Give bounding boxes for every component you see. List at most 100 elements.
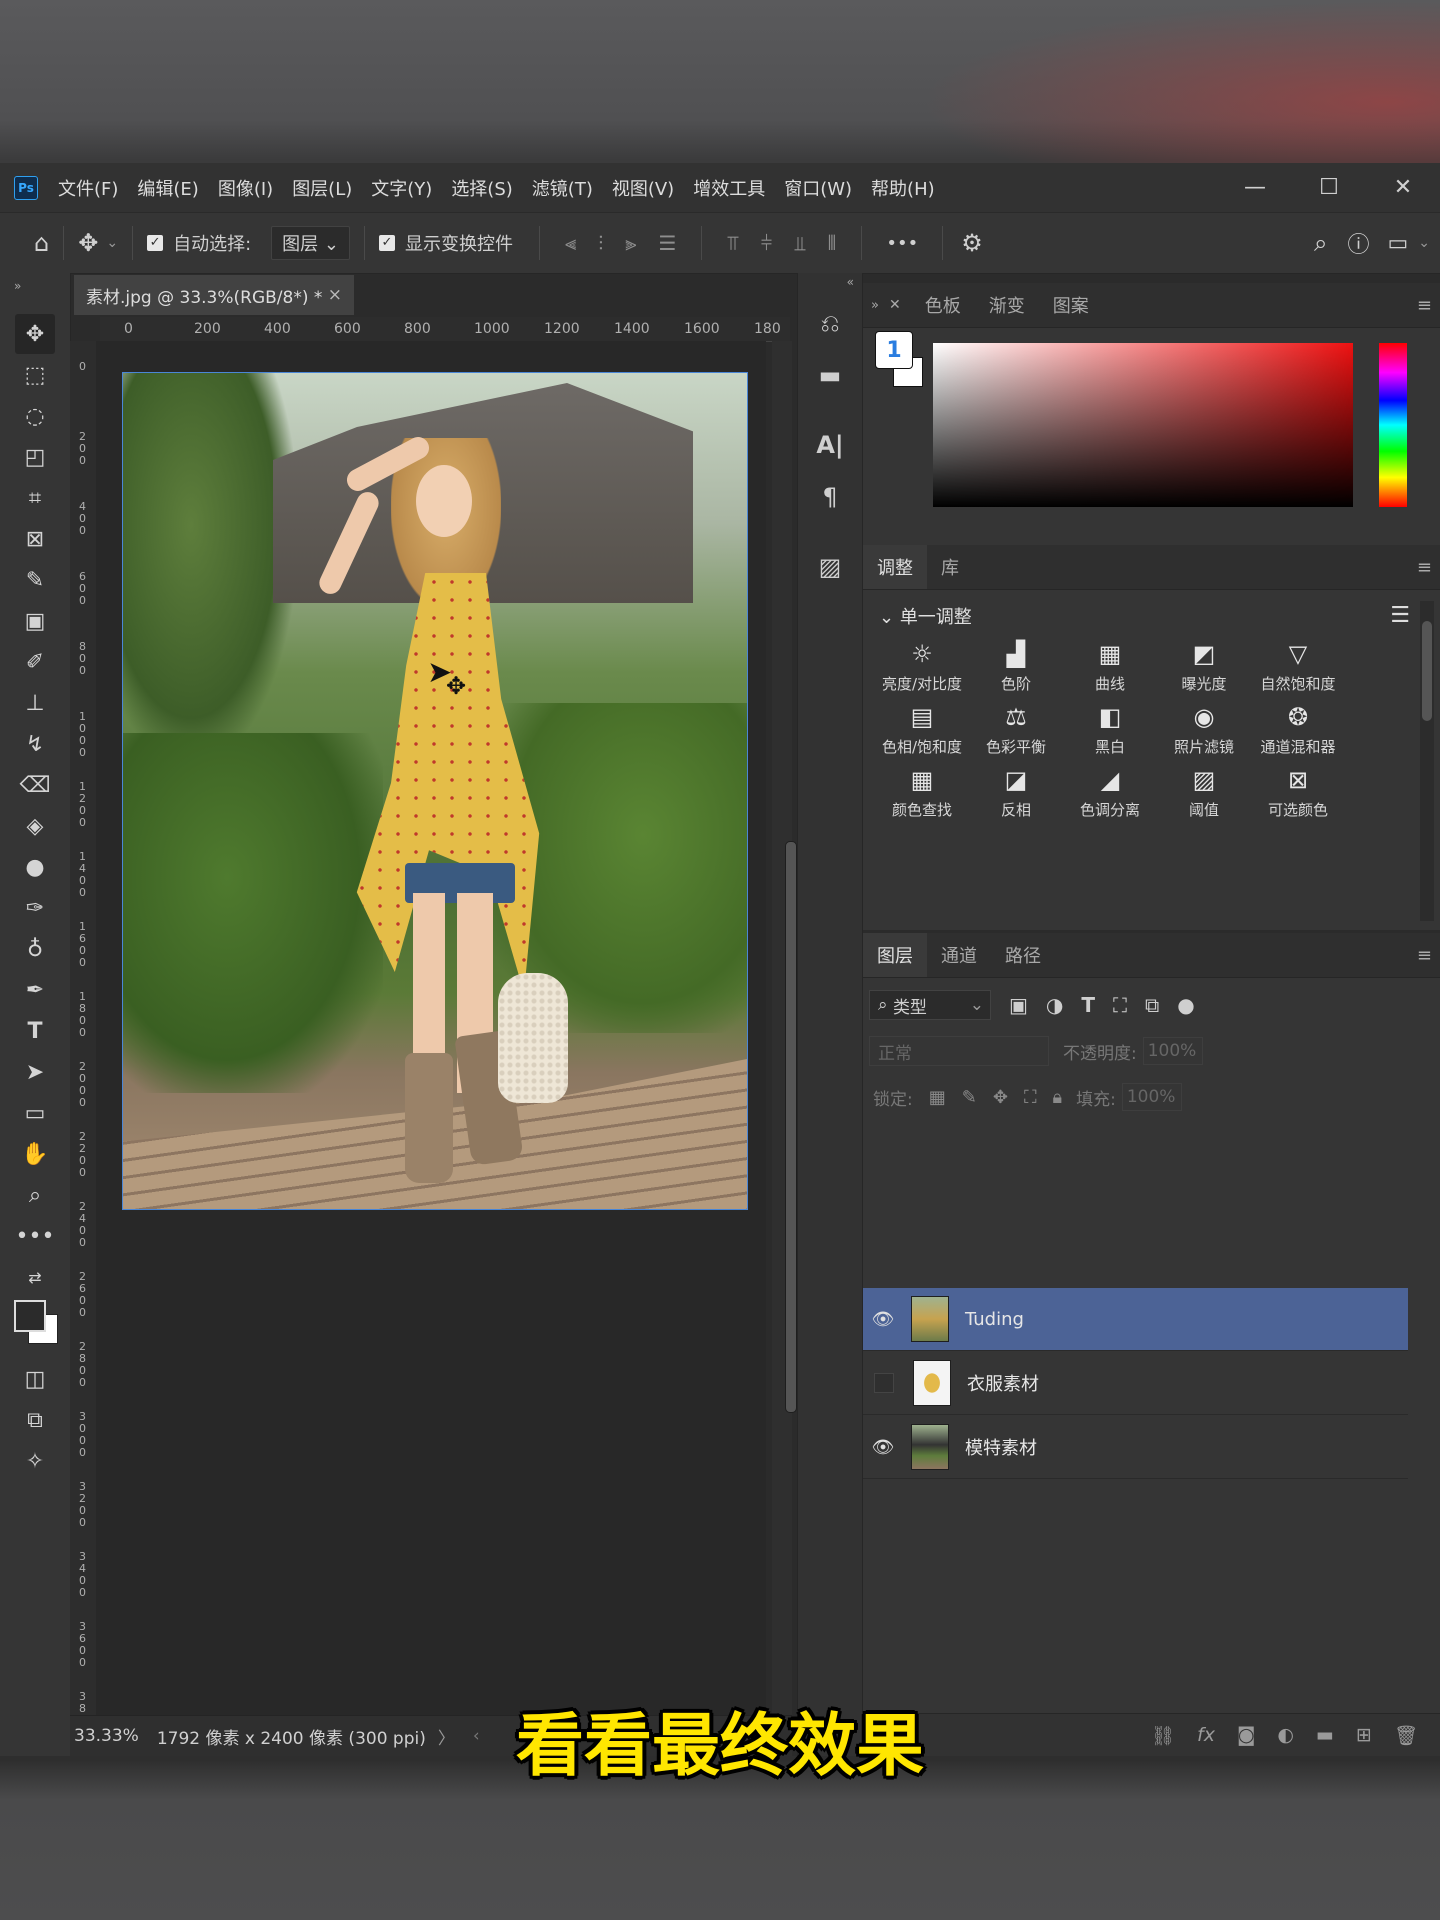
align-top-icon[interactable]: ⫪ [727, 231, 738, 255]
character-icon[interactable]: A| [810, 425, 850, 465]
align-left-icon[interactable]: ⫷ [565, 231, 576, 255]
expand-icon[interactable]: « [798, 273, 862, 291]
distribute-vertical-icon[interactable]: ⦀ [828, 231, 837, 255]
menu-filter[interactable]: 滤镜(T) [532, 175, 593, 201]
workspace-icon[interactable]: ▭ [1387, 231, 1408, 256]
menu-plugins[interactable]: 增效工具 [693, 175, 765, 201]
filter-toggle-icon[interactable]: ● [1177, 993, 1194, 1017]
layer-name[interactable]: Tuding [965, 1309, 1024, 1330]
kind-filter-dropdown[interactable]: ⌕ 类型 ⌄ [869, 990, 991, 1020]
lock-all-icon[interactable]: 🔒︎ [1053, 1087, 1063, 1108]
type-tool[interactable]: T [15, 1011, 55, 1051]
adjustment-photo-filter[interactable]: ◉ 照片滤镜 [1157, 705, 1251, 757]
healing-tool[interactable]: ▣ [15, 601, 55, 641]
adjustment-vibrance[interactable]: ▽ 自然饱和度 [1251, 642, 1345, 694]
stamp-tool[interactable]: ⊥ [15, 683, 55, 723]
layer-row[interactable]: 衣服素材 [863, 1352, 1408, 1415]
generative-icon[interactable]: ✧ [15, 1441, 55, 1481]
align-right-icon[interactable]: ⫸ [625, 231, 636, 255]
object-select-tool[interactable]: ◰ [15, 437, 55, 477]
document-tab[interactable]: 素材.jpg @ 33.3%(RGB/8*) * × [74, 275, 354, 315]
menu-image[interactable]: 图像(I) [218, 175, 273, 201]
eye-icon[interactable]: 👁︎ [863, 1309, 903, 1330]
list-view-icon[interactable]: ☰ [1390, 603, 1410, 628]
auto-select-checkbox[interactable]: ✓ [147, 235, 164, 251]
minimize-button[interactable]: — [1218, 163, 1292, 212]
adjustment-color-lookup[interactable]: ▦ 颜色查找 [875, 768, 969, 820]
menu-edit[interactable]: 编辑(E) [137, 175, 198, 201]
adjustment-filter-icon[interactable]: ◑ [1046, 993, 1063, 1017]
maximize-button[interactable]: ☐ [1292, 163, 1366, 212]
rectangle-tool[interactable]: ▭ [15, 1093, 55, 1133]
history-icon[interactable]: ⎌ [810, 303, 850, 343]
shape-filter-icon[interactable]: ⛶ [1113, 993, 1127, 1017]
opacity-field[interactable]: 100% [1142, 1037, 1203, 1065]
layer-row[interactable]: 👁︎ Tuding [863, 1288, 1408, 1351]
color-picker-field[interactable] [933, 343, 1353, 507]
frame-tool[interactable]: ⊠ [15, 519, 55, 559]
zoom-lens-tool[interactable]: ♁ [15, 929, 55, 969]
path-select-tool[interactable]: ➤ [15, 1052, 55, 1092]
menu-layer[interactable]: 图层(L) [292, 175, 352, 201]
foreground-color-chip[interactable]: 1 [875, 331, 913, 369]
distribute-icon[interactable]: ☰ [659, 231, 677, 255]
panel-close-icon[interactable]: ✕ [889, 297, 901, 313]
tab-adjustments[interactable]: 调整 [863, 545, 927, 589]
search-icon[interactable]: ⌕ [1314, 229, 1327, 257]
menu-type[interactable]: 文字(Y) [371, 175, 432, 201]
canvas-image[interactable] [122, 372, 748, 1210]
panel-menu-icon[interactable]: ≡ [1417, 945, 1432, 966]
blend-mode-dropdown[interactable]: 正常 [869, 1036, 1049, 1066]
tab-channels[interactable]: 通道 [927, 933, 991, 977]
chevron-down-icon[interactable]: ⌄ [106, 235, 118, 251]
menu-window[interactable]: 窗口(W) [784, 175, 852, 201]
type-filter-icon[interactable]: T [1081, 993, 1095, 1017]
gear-icon[interactable]: ⚙ [961, 229, 983, 257]
adjustment-levels[interactable]: ▟ 色阶 [969, 642, 1063, 694]
smart-object-filter-icon[interactable]: ⧉ [1145, 993, 1159, 1017]
chevron-down-icon[interactable]: ⌄ [1418, 235, 1430, 251]
panel-collapse-icon[interactable]: » [871, 298, 879, 313]
lock-pixels-icon[interactable]: ✎ [962, 1087, 977, 1108]
adjustment-color-balance[interactable]: ⚖ 色彩平衡 [969, 705, 1063, 757]
auto-select-dropdown[interactable]: 图层 ⌄ [271, 226, 350, 260]
layer-row[interactable]: 👁︎ 模特素材 [863, 1416, 1408, 1479]
adjustment-invert[interactable]: ◪ 反相 [969, 768, 1063, 820]
panel-menu-icon[interactable]: ≡ [1417, 557, 1432, 578]
adjustment-threshold[interactable]: ▨ 阈值 [1157, 768, 1251, 820]
tab-patterns[interactable]: 图案 [1039, 283, 1103, 327]
paragraph-icon[interactable]: ¶ [810, 477, 850, 517]
menu-help[interactable]: 帮助(H) [871, 175, 935, 201]
adjustment-curves[interactable]: ▦ 曲线 [1063, 642, 1157, 694]
tab-swatches[interactable]: 色板 [911, 283, 975, 327]
collapse-icon[interactable]: » [0, 273, 70, 313]
color-swatches[interactable] [12, 1298, 72, 1358]
ruler-vertical[interactable]: 0 200 400 600 800 1000 1200 1400 1600 1800 2000 220… [70, 341, 97, 1715]
eye-icon[interactable]: 👁︎ [863, 1437, 903, 1458]
move-tool-icon[interactable]: ✥ [78, 229, 98, 257]
show-transform-checkbox[interactable]: ✓ [378, 235, 395, 251]
lock-transparent-icon[interactable]: ▦ [929, 1087, 946, 1108]
comments-icon[interactable]: ▬ [810, 355, 850, 395]
adjustment-hue-sat[interactable]: ▤ 色相/饱和度 [875, 705, 969, 757]
layer-name[interactable]: 衣服素材 [967, 1370, 1039, 1396]
tab-layers[interactable]: 图层 [863, 933, 927, 977]
canvas-scrollbar[interactable] [772, 341, 797, 1715]
lock-position-icon[interactable]: ✥ [993, 1087, 1008, 1108]
home-icon[interactable]: ⌂ [34, 229, 49, 257]
zoom-tool[interactable]: ⌕ [15, 1175, 55, 1215]
more-options-button[interactable]: ••• [886, 233, 918, 254]
move-tool[interactable]: ✥ [15, 314, 55, 354]
hue-slider[interactable] [1379, 343, 1407, 507]
ruler-horizontal[interactable]: 0 200 400 600 800 1000 1200 1400 1600 180 [100, 317, 790, 342]
tab-paths[interactable]: 路径 [991, 933, 1055, 977]
adjustment-selective-color[interactable]: ⊠ 可选颜色 [1251, 768, 1345, 820]
foreground-color-swatch[interactable] [14, 1300, 46, 1332]
align-center-icon[interactable]: ⫶ [598, 231, 603, 255]
menu-file[interactable]: 文件(F) [58, 175, 118, 201]
swap-colors-icon[interactable]: ⇄ [15, 1257, 55, 1297]
help-icon[interactable]: ⓘ [1347, 227, 1369, 259]
align-bottom-icon[interactable]: ⫫ [794, 231, 805, 255]
layer-name[interactable]: 模特素材 [965, 1434, 1037, 1460]
tab-libraries[interactable]: 库 [927, 545, 973, 589]
